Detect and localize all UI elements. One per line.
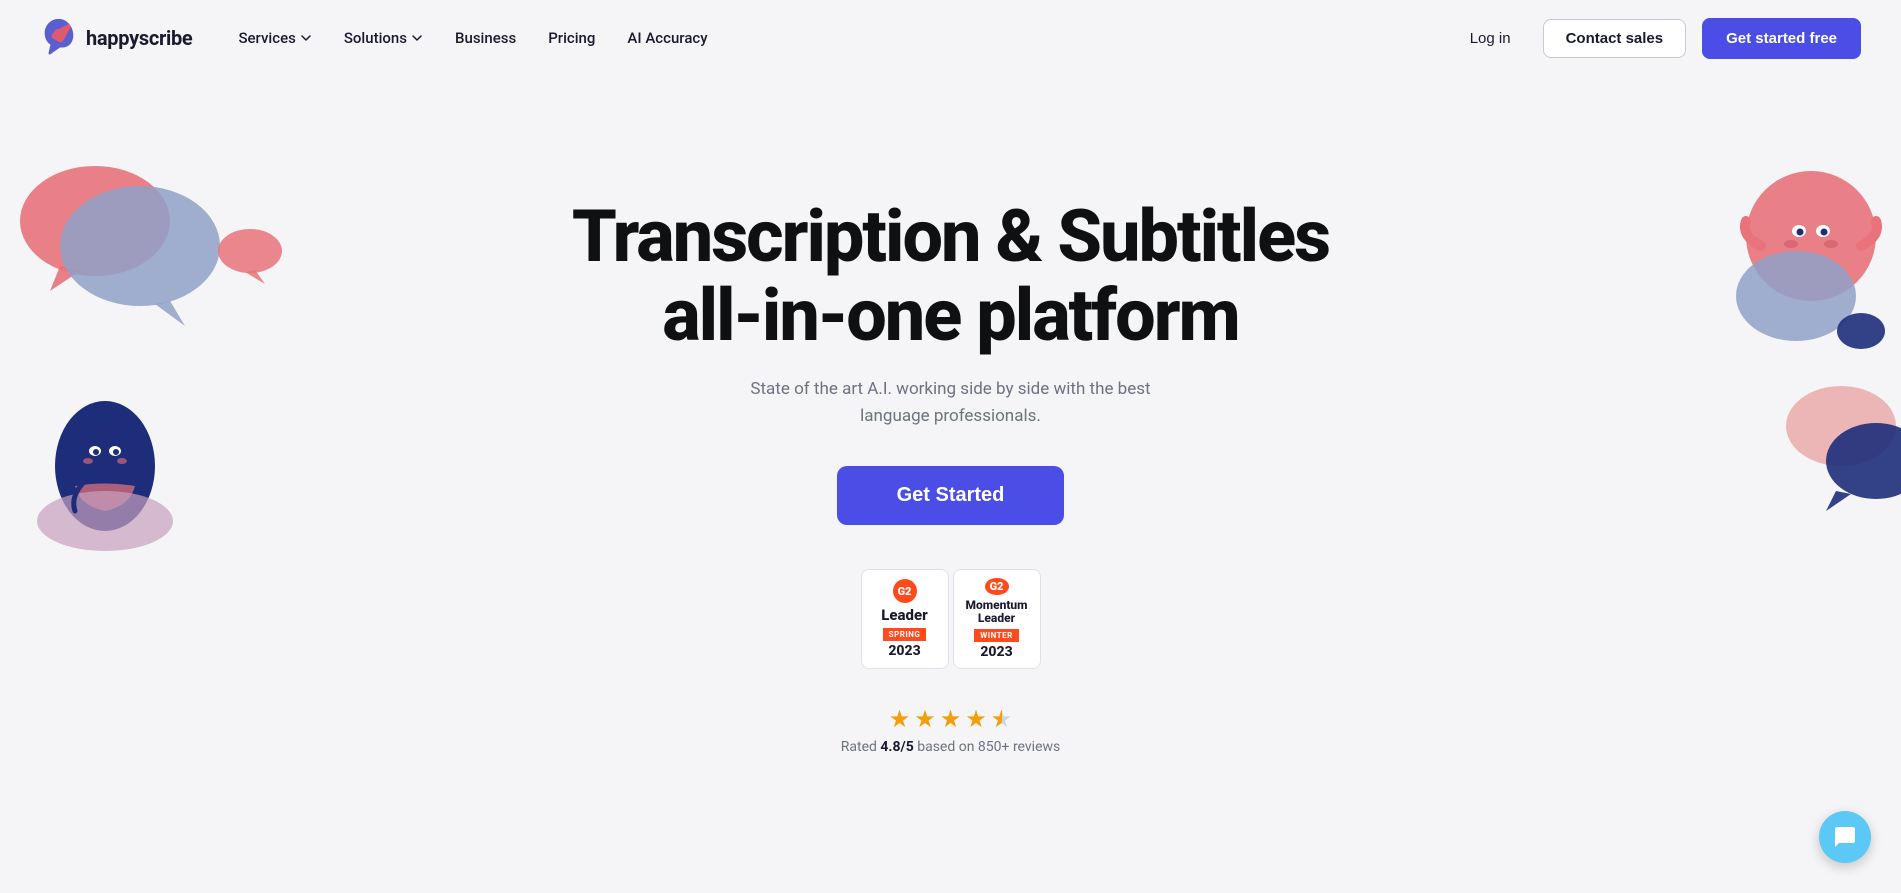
get-started-nav-button[interactable]: Get started free (1702, 18, 1861, 59)
nav-services[interactable]: Services (224, 21, 325, 55)
g2-badge-momentum: G2 Momentum Leader WINTER 2023 (953, 569, 1041, 669)
star-5-half: ★ ★ (991, 705, 1013, 733)
hero-subtitle: State of the art A.I. working side by si… (736, 376, 1166, 430)
logo[interactable]: happyscribe (40, 17, 192, 59)
badge-year-2: 2023 (980, 644, 1012, 660)
g2-badge-leader: G2 Leader SPRING 2023 (861, 569, 949, 669)
star-3: ★ (940, 705, 962, 733)
star-4: ★ (965, 705, 987, 733)
badge-year-1: 2023 (888, 643, 920, 659)
g2-logo-2: G2 (985, 578, 1009, 595)
right-illustration (1621, 136, 1901, 586)
chevron-down-icon (411, 32, 423, 44)
get-started-hero-button[interactable]: Get Started (837, 466, 1065, 525)
badge-stripe-1: SPRING (883, 628, 927, 641)
logo-text: happyscribe (86, 26, 192, 50)
chat-icon (1831, 823, 1859, 851)
nav-business[interactable]: Business (441, 21, 530, 55)
hero-title: Transcription & Subtitles all-in-one pla… (572, 197, 1329, 355)
chat-support-button[interactable] (1819, 811, 1871, 863)
badge-stripe-2: WINTER (974, 629, 1018, 642)
login-button[interactable]: Log in (1454, 22, 1527, 55)
rating-section: ★ ★ ★ ★ ★ ★ Rated 4.8/5 based on 850+ re… (841, 705, 1061, 755)
chevron-down-icon (300, 32, 312, 44)
left-illustration (0, 136, 300, 586)
badge-title-2: Momentum Leader (962, 599, 1032, 625)
star-1: ★ (889, 705, 911, 733)
rating-text: Rated 4.8/5 based on 850+ reviews (841, 739, 1061, 755)
nav-solutions[interactable]: Solutions (330, 21, 437, 55)
nav-links: Services Solutions Business Pricing AI A… (224, 21, 1453, 55)
navbar: happyscribe Services Solutions Business … (0, 0, 1901, 76)
badge-title-1: Leader (881, 607, 927, 624)
hero-section: Transcription & Subtitles all-in-one pla… (0, 76, 1901, 856)
star-2: ★ (914, 705, 936, 733)
g2-badges: G2 Leader SPRING 2023 G2 Momentum Leader… (861, 569, 1041, 669)
contact-sales-button[interactable]: Contact sales (1543, 19, 1687, 58)
logo-icon (40, 17, 78, 59)
g2-logo: G2 (893, 579, 917, 603)
nav-right: Log in Contact sales Get started free (1454, 18, 1861, 59)
stars: ★ ★ ★ ★ ★ ★ (889, 705, 1013, 733)
nav-pricing[interactable]: Pricing (534, 21, 609, 55)
nav-ai-accuracy[interactable]: AI Accuracy (613, 21, 721, 55)
rating-value: 4.8/5 (880, 739, 913, 755)
